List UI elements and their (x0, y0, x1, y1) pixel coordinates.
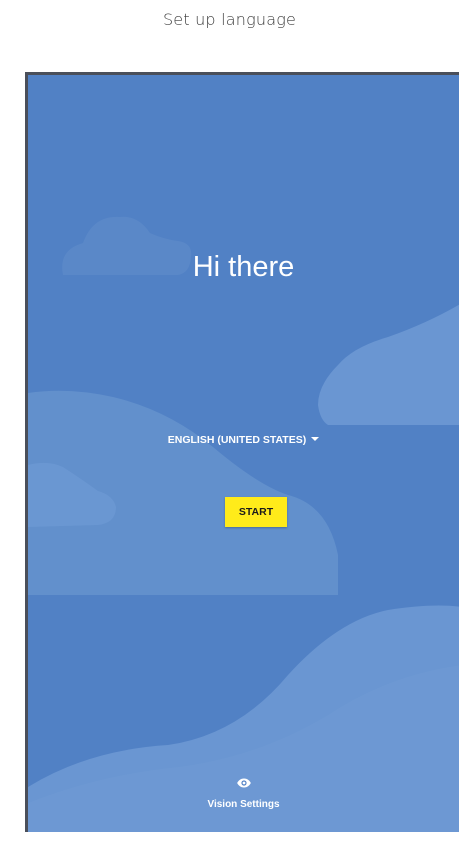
device-screen: Hi there ENGLISH (UNITED STATES) START V… (25, 72, 459, 832)
eye-icon (236, 778, 251, 788)
start-button[interactable]: START (225, 497, 287, 527)
cloud-background (28, 216, 459, 832)
language-dropdown-label: ENGLISH (UNITED STATES) (167, 434, 307, 446)
vision-settings-button[interactable]: Vision Settings (28, 778, 459, 812)
chevron-down-icon (311, 437, 320, 442)
greeting-title: Hi there (192, 251, 295, 283)
language-dropdown[interactable]: ENGLISH (UNITED STATES) (28, 434, 459, 446)
vision-settings-label: Vision Settings (207, 799, 280, 810)
page-caption: Set up language (162, 10, 297, 29)
